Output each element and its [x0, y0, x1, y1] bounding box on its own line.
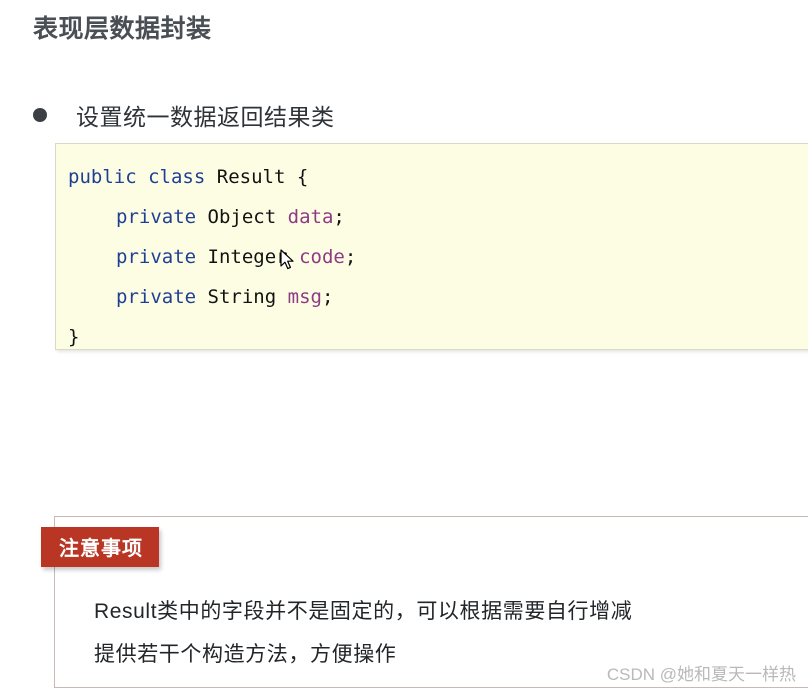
bullet-item: 设置统一数据返回结果类	[33, 98, 335, 132]
code-token-field: msg	[287, 286, 322, 308]
note-body: Result类中的字段并不是固定的，可以根据需要自行增减 提供若干个构造方法，方便…	[94, 590, 632, 676]
code-content: public class Result {private Object data…	[56, 144, 808, 349]
bullet-dot-icon	[33, 108, 47, 122]
note-line: Result类中的字段并不是固定的，可以根据需要自行增减	[94, 600, 633, 623]
code-line: private Integer code;	[68, 237, 808, 277]
code-token-type: Result	[216, 166, 286, 188]
code-token-field: code	[299, 246, 345, 268]
code-token-punct: ;	[321, 286, 334, 308]
note-badge: 注意事项	[41, 527, 159, 567]
code-line: private String msg;	[68, 277, 808, 317]
code-token-punct: ;	[344, 246, 357, 268]
code-token-type: String	[207, 286, 277, 308]
code-token-punct: {	[296, 166, 309, 188]
code-token-punct: }	[68, 326, 80, 348]
code-token-keyword: private	[116, 246, 197, 268]
code-block: public class Result {private Object data…	[55, 143, 808, 350]
code-token-keyword: private	[116, 206, 197, 228]
watermark: CSDN @她和夏天一样热	[606, 665, 796, 684]
code-token-field: data	[287, 206, 334, 228]
code-token-keyword: public	[68, 166, 137, 188]
bullet-item-label: 设置统一数据返回结果类	[76, 104, 335, 130]
note-line: 提供若干个构造方法，方便操作	[94, 643, 397, 666]
page-title: 表现层数据封装	[33, 15, 212, 43]
code-token-punct: ;	[333, 206, 345, 228]
code-line: public class Result {	[68, 157, 808, 197]
code-token-type: Integer	[207, 246, 288, 268]
code-line: }	[68, 317, 808, 349]
code-token-type: Object	[207, 206, 277, 228]
code-token-keyword: private	[116, 286, 197, 308]
code-token-keyword: class	[148, 166, 206, 188]
code-line: private Object data;	[68, 197, 808, 237]
